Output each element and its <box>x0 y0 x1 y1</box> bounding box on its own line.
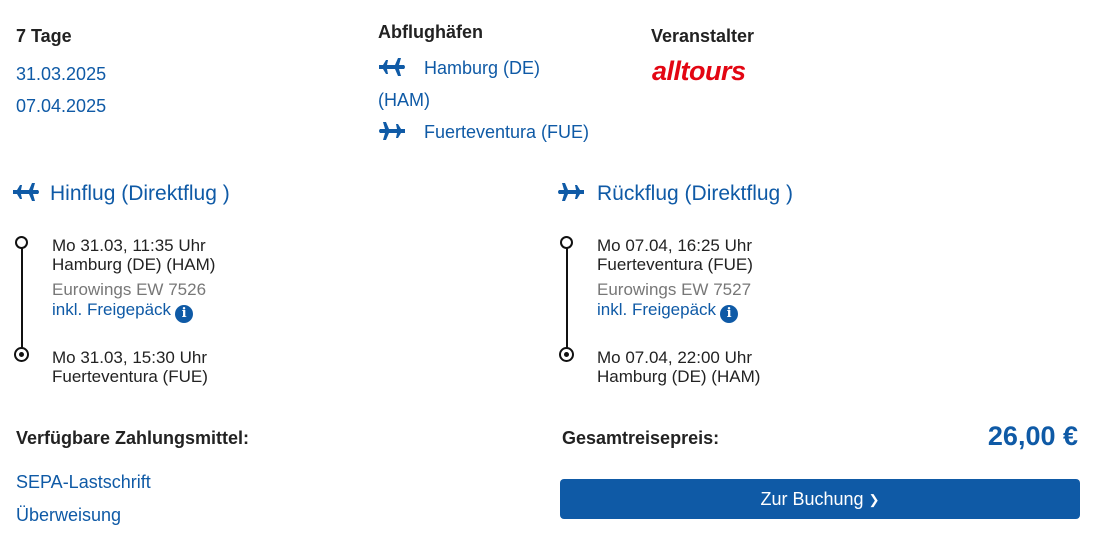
return-baggage-link[interactable]: inkl. Freigepäck i <box>597 300 739 323</box>
trip-start-date: 31.03.2025 <box>16 64 107 84</box>
return-baggage-label[interactable]: inkl. Freigepäck <box>597 300 716 319</box>
plane-left-icon <box>378 120 406 142</box>
airports-heading: Abflughäfen <box>378 22 483 42</box>
info-icon[interactable]: i <box>720 305 739 323</box>
return-departure-time: Mo 07.04, 16:25 Uhr <box>597 236 752 255</box>
outbound-plane-icon <box>12 181 40 203</box>
outbound-flight-number: Eurowings EW 7526 <box>52 280 207 299</box>
outbound-baggage-link[interactable]: inkl. Freigepäck i <box>52 300 194 323</box>
operator-heading: Veranstalter <box>651 26 755 46</box>
return-departure-place: Fuerteventura (FUE) <box>597 255 753 274</box>
payment-method-sepa: SEPA-Lastschrift <box>16 472 151 492</box>
return-arrival-marker <box>559 347 574 362</box>
outbound-timeline <box>21 245 23 351</box>
trip-end-date: 07.04.2025 <box>16 96 107 116</box>
total-price-label: Gesamtreisepreis: <box>562 428 720 448</box>
info-icon[interactable]: i <box>175 305 194 323</box>
chevron-right-icon: ❯ <box>868 492 880 507</box>
outbound-arrival-time: Mo 31.03, 15:30 Uhr <box>52 348 207 367</box>
arrival-airport: Fuerteventura (FUE) <box>424 122 590 142</box>
payment-method-transfer: Überweisung <box>16 505 122 525</box>
departure-airport: Hamburg (DE) <box>424 58 541 78</box>
return-arrival-place: Hamburg (DE) (HAM) <box>597 367 761 386</box>
return-flight-number: Eurowings EW 7527 <box>597 280 752 299</box>
return-plane-icon <box>557 181 585 203</box>
outbound-title: Hinflug (Direktflug ) <box>50 182 230 205</box>
outbound-baggage-label[interactable]: inkl. Freigepäck <box>52 300 171 319</box>
outbound-departure-place: Hamburg (DE) (HAM) <box>52 255 216 274</box>
return-departure-marker <box>560 236 573 249</box>
outbound-arrival-place: Fuerteventura (FUE) <box>52 367 208 386</box>
outbound-departure-marker <box>15 236 28 249</box>
return-arrival-time: Mo 07.04, 22:00 Uhr <box>597 348 752 367</box>
booking-button-label: Zur Buchung <box>760 489 864 509</box>
booking-button[interactable]: Zur Buchung ❯ <box>560 479 1080 519</box>
outbound-departure-time: Mo 31.03, 11:35 Uhr <box>52 236 206 255</box>
return-timeline <box>566 245 568 351</box>
outbound-arrival-marker <box>14 347 29 362</box>
payment-heading: Verfügbare Zahlungsmittel: <box>16 428 250 448</box>
departure-airport-code: (HAM) <box>378 90 430 110</box>
trip-duration: 7 Tage <box>16 26 72 46</box>
operator-logo: alltours <box>652 56 746 86</box>
total-price: 26,00 € <box>987 421 1078 451</box>
return-title: Rückflug (Direktflug ) <box>597 182 794 205</box>
plane-right-icon <box>378 56 406 78</box>
